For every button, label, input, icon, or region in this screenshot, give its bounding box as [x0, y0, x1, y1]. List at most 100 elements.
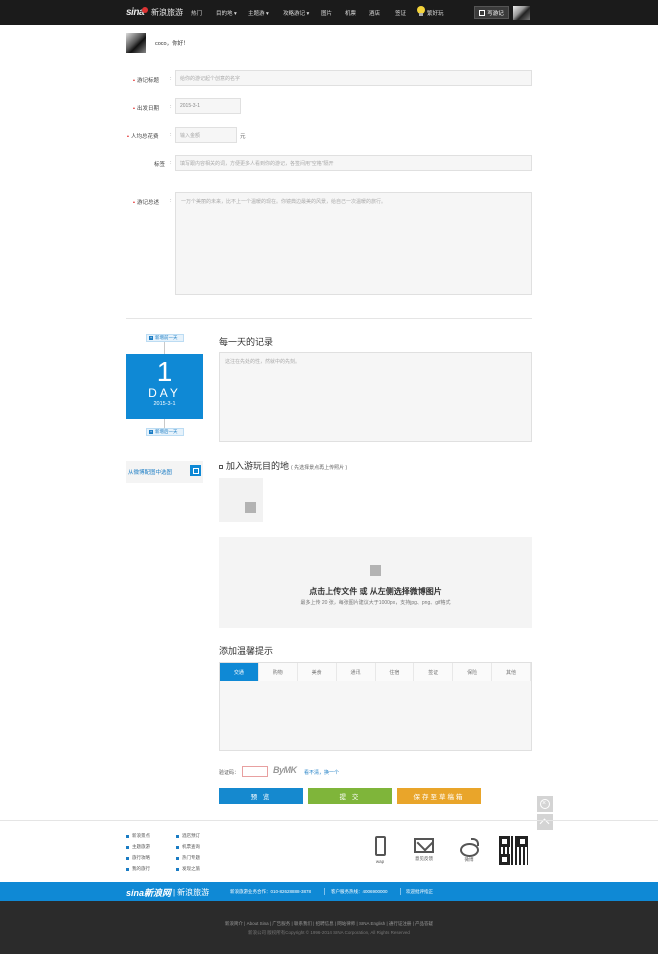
tab-communication[interactable]: 通讯	[337, 663, 376, 681]
tab-transport[interactable]: 交通	[220, 663, 259, 681]
tips-textarea[interactable]	[219, 681, 532, 751]
greeting-text: coco，你好！	[155, 41, 189, 47]
tab-shopping[interactable]: 购物	[259, 663, 298, 681]
weibo-icon	[459, 838, 479, 857]
plus-icon: +	[149, 429, 153, 434]
write-travelogue-button[interactable]: 写游记	[474, 6, 509, 19]
avatar[interactable]	[126, 33, 146, 53]
footer-link[interactable]: 酒店预订	[176, 833, 200, 839]
footer-link[interactable]: 机票查询	[176, 844, 200, 850]
nav-item-flights[interactable]: 机票	[345, 9, 356, 17]
nav-item-photos[interactable]: 图片	[321, 9, 332, 17]
tags-input[interactable]: 填写跟内容相关的词，方便更多人看到你的游记，各签间用"空格"隔开	[175, 155, 532, 171]
service-hotline: 客户服务热线：4006900000	[331, 889, 388, 894]
dark-footer: 新浪简介 | About Sina | 广告服务 | 联系我们 | 招聘信息 |…	[0, 901, 658, 954]
day-date: 2015-3-1	[153, 401, 176, 407]
timeline-line	[164, 342, 165, 354]
footer-link[interactable]: 发现之旅	[176, 866, 200, 872]
top-nav: sina 新浪旅游 热门 目的地 ▾ 主题游 ▾ 攻略游记 ▾ 图片 机票 酒店…	[0, 0, 658, 25]
close-icon[interactable]	[537, 796, 553, 812]
feedback-text[interactable]: 欢迎批评指正	[406, 889, 433, 895]
day-panel[interactable]: 1 DAY 2015-3-1	[126, 354, 203, 419]
nav-item-guides[interactable]: 攻略游记 ▾	[283, 9, 309, 17]
image-picker-icon	[190, 465, 201, 476]
tab-insurance[interactable]: 保险	[453, 663, 493, 681]
footer-link[interactable]: 我的旅行	[126, 866, 150, 872]
record-textarea[interactable]: 这注在先处的性，然就中的先刻。	[219, 352, 532, 442]
captcha-refresh-link[interactable]: 看不清，换一个	[304, 769, 339, 776]
day-number: 1	[156, 356, 173, 387]
mail-icon	[414, 838, 434, 853]
bulb-icon	[417, 6, 425, 16]
nav-item-fun[interactable]: 繁好玩	[427, 9, 444, 17]
weibo-image-picker[interactable]: 从微博配图中选图	[126, 461, 203, 483]
footer-logo[interactable]: sina新浪网 | 新浪旅游	[126, 886, 209, 899]
destination-heading: 加入游玩目的地( 先选择景点再上传照片 )	[219, 459, 347, 472]
chevron-down-icon: ▾	[305, 11, 310, 17]
date-label: • 出发日期	[133, 106, 159, 112]
feedback-link[interactable]: 意见反馈	[410, 836, 438, 862]
captcha-input[interactable]	[242, 766, 268, 777]
cost-label: • 人均总花费	[127, 134, 159, 140]
tags-label: 标签	[154, 162, 166, 168]
footer-link[interactable]: 新浪景点	[126, 833, 150, 839]
captcha-label: 验证码：	[219, 770, 240, 776]
weibo-link[interactable]: 微博	[455, 836, 483, 863]
footer-band: sina新浪网 | 新浪旅游 新浪旅游业务合作：010-82628888-387…	[0, 882, 658, 901]
destination-thumbnail[interactable]	[219, 478, 263, 522]
nav-item-destination[interactable]: 目的地 ▾	[216, 9, 237, 17]
qr-code	[499, 836, 528, 865]
add-previous-day-button[interactable]: + 新增前一天	[146, 334, 184, 342]
phone-icon	[374, 836, 386, 856]
cost-input[interactable]: 输入金额	[175, 127, 237, 143]
nav-item-theme[interactable]: 主题游 ▾	[248, 9, 269, 17]
record-heading: 每一天的记录	[219, 337, 274, 347]
summary-textarea[interactable]: 一万个美丽的未来，比不上一个温暖的现在。你镜典边最美的风景，给自己一次温暖的旅行…	[175, 192, 532, 295]
add-next-day-button[interactable]: + 新增后一天	[146, 428, 184, 436]
cost-unit: 元	[240, 134, 246, 140]
divider	[126, 318, 532, 319]
nav-item-visa[interactable]: 签证	[395, 9, 406, 17]
footer-link[interactable]: 主题旅游	[126, 844, 150, 850]
image-placeholder-icon	[370, 565, 381, 576]
plus-icon: +	[149, 335, 153, 340]
tab-visa[interactable]: 签证	[414, 663, 454, 681]
footer-link[interactable]: 旅行攻略	[126, 855, 150, 861]
preview-button[interactable]: 预 览	[219, 788, 303, 804]
submit-button[interactable]: 提 交	[308, 788, 392, 804]
summary-label: • 游记总述	[133, 200, 159, 206]
footer-link[interactable]: 热门专题	[176, 855, 200, 861]
tips-tabs: 交通 购物 美食 通讯 住宿 签证 保险 其他	[219, 662, 532, 682]
title-input[interactable]: 给你的游记起个创意的名字	[175, 70, 532, 86]
save-draft-button[interactable]: 保存至草稿箱	[397, 788, 481, 804]
nav-item-hot[interactable]: 热门	[191, 9, 202, 17]
back-to-top-icon[interactable]	[537, 814, 553, 830]
tab-food[interactable]: 美食	[298, 663, 337, 681]
weibo-pick-label: 从微博配图中选图	[128, 470, 173, 476]
upload-title: 点击上传文件 或 从左侧选择微博图片	[309, 587, 442, 596]
user-avatar[interactable]	[513, 6, 530, 20]
chevron-down-icon: ▾	[232, 11, 237, 17]
square-icon	[219, 464, 223, 469]
logo-travel-text: 新浪旅游	[151, 8, 184, 17]
upload-subtitle: 最多上传 20 张，每张图片建议大于1000px，支持jpg、png、gif格式	[300, 600, 451, 606]
footer-links[interactable]: 新浪简介 | About Sina | 广告服务 | 联系我们 | 招聘信息 |…	[0, 921, 658, 927]
pen-icon	[479, 9, 486, 16]
date-input[interactable]: 2015-3-1	[175, 98, 241, 114]
footer-divider	[0, 820, 658, 821]
nav-item-hotels[interactable]: 酒店	[369, 9, 380, 17]
tab-other[interactable]: 其他	[492, 663, 531, 681]
logo-eye-icon	[142, 6, 149, 13]
upload-area[interactable]: 点击上传文件 或 从左侧选择微博图片 最多上传 20 张，每张图片建议大于100…	[219, 537, 532, 628]
copyright: 新浪公司 版权所有Copyright © 1996-2014 SINA Corp…	[248, 930, 410, 935]
tab-accommodation[interactable]: 住宿	[376, 663, 415, 681]
captcha-image: ByMK	[273, 765, 297, 775]
tips-heading: 添加温馨提示	[219, 646, 274, 656]
write-button-label: 写游记	[487, 10, 504, 17]
day-word: DAY	[148, 386, 181, 400]
chevron-down-icon: ▾	[264, 11, 269, 17]
wap-link[interactable]: wap	[366, 836, 394, 864]
site-logo[interactable]: sina 新浪旅游	[126, 6, 183, 19]
business-contact: 新浪旅游业务合作：010-82628888-3878	[230, 889, 312, 894]
title-label: • 游记标题	[133, 78, 159, 84]
